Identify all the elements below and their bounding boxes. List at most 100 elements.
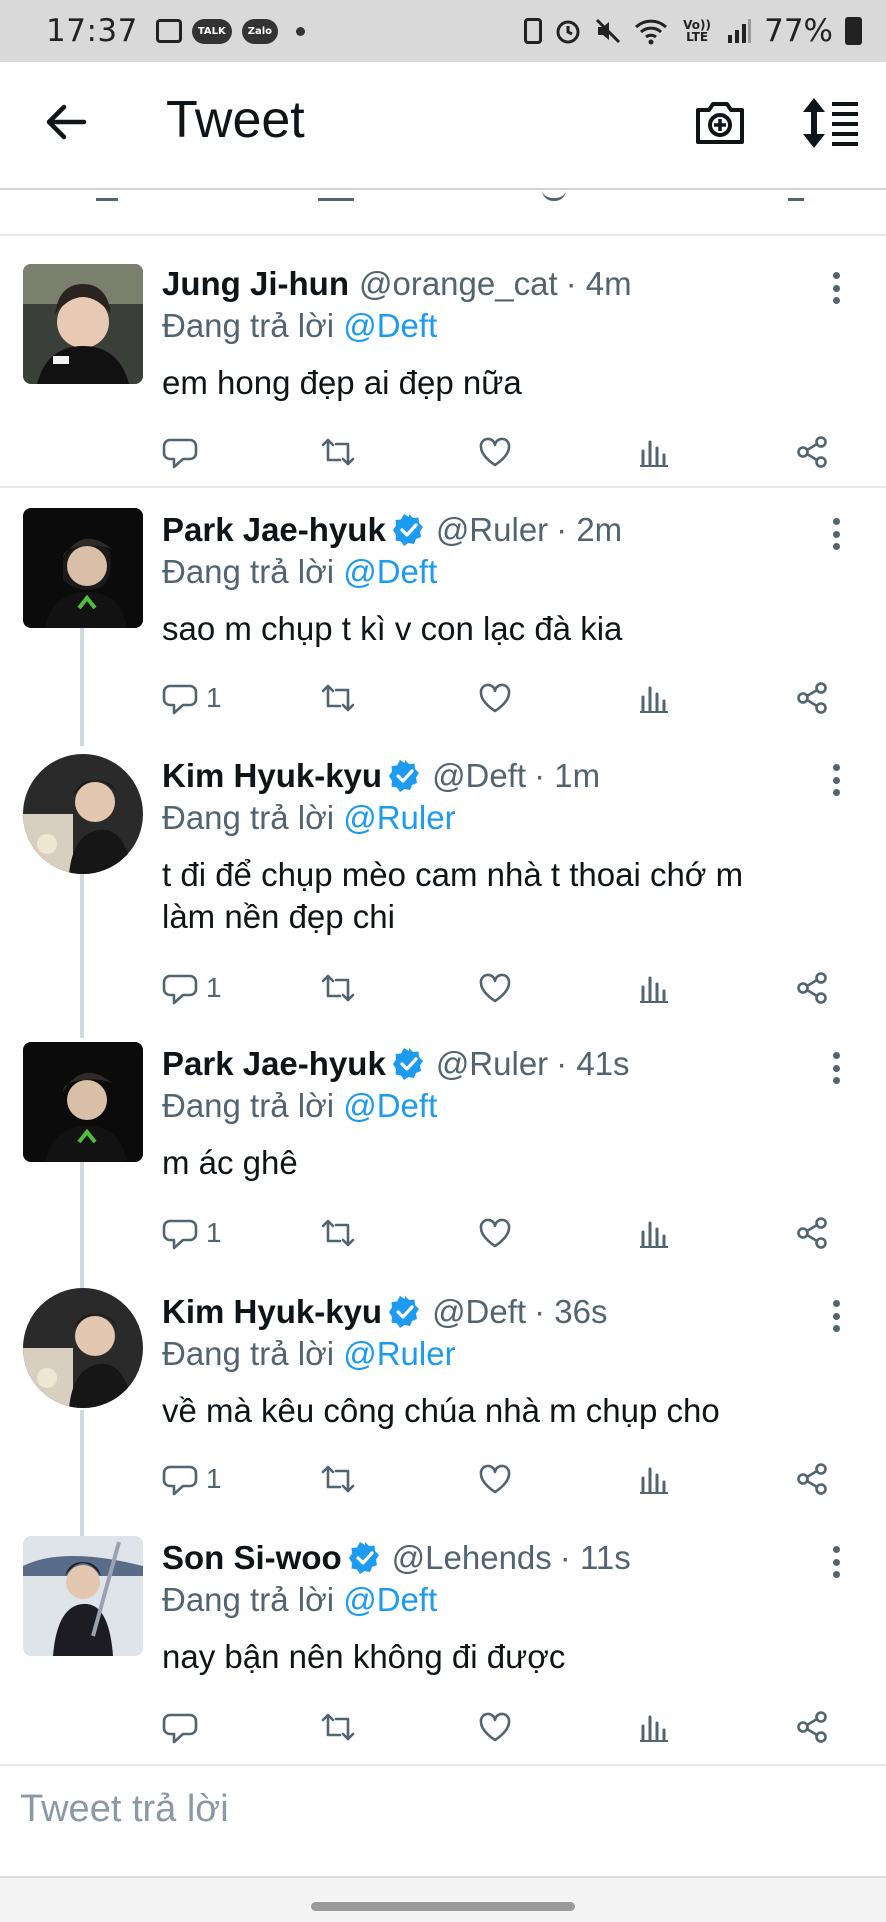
analytics-button[interactable] [636, 1456, 672, 1502]
verified-badge-icon [392, 1047, 426, 1081]
avatar[interactable] [23, 754, 143, 874]
tweet-card[interactable]: Jung Ji-hun @orange_cat · 4m Đang trả lờ… [0, 234, 886, 488]
tweet-text: t đi để chụp mèo cam nhà t thoai chớ m l… [162, 854, 822, 938]
share-button[interactable] [794, 675, 830, 721]
retweet-button[interactable] [320, 675, 356, 721]
retweet-icon [320, 680, 356, 716]
volte-indicator: Vo)) LTE [683, 18, 712, 44]
more-options-button[interactable] [828, 514, 844, 554]
share-button[interactable] [794, 965, 830, 1011]
retweet-button[interactable] [320, 965, 356, 1011]
reply-input[interactable]: Tweet trả lời [20, 1788, 229, 1831]
reply-button[interactable]: 1 [162, 1456, 222, 1502]
share-icon [794, 680, 830, 716]
tweet-text: m ác ghê [162, 1144, 298, 1181]
sort-replies-button[interactable] [800, 96, 860, 150]
analytics-button[interactable] [636, 1210, 672, 1256]
tweet-card[interactable]: Son Si-woo @Lehends · 11s Đang trả lời @… [0, 1524, 886, 1764]
tweet-time: · 36s [534, 1293, 608, 1330]
replying-to-handle[interactable]: @Deft [343, 307, 437, 344]
like-button[interactable] [477, 965, 513, 1011]
tweet-card[interactable]: Kim Hyuk-kyu @Deft · 1m Đang trả lời @Ru… [0, 738, 886, 1028]
retweet-button[interactable] [320, 1456, 356, 1502]
like-button[interactable] [477, 1456, 513, 1502]
more-options-button[interactable] [828, 1296, 844, 1336]
reply-count: 1 [206, 682, 222, 713]
camera-button[interactable] [692, 94, 748, 150]
back-button[interactable] [40, 96, 92, 148]
analytics-button[interactable] [636, 1704, 672, 1750]
like-button[interactable] [477, 1704, 513, 1750]
tweet-time: · 1m [534, 757, 601, 794]
reply-composer: Tweet trả lời [0, 1764, 886, 1878]
reply-button[interactable]: 1 [162, 1210, 222, 1256]
share-button[interactable] [794, 1456, 830, 1502]
author-name[interactable]: Park Jae-hyuk [162, 510, 386, 550]
replying-to-handle[interactable]: @Ruler [343, 1335, 455, 1372]
author-name[interactable]: Jung Ji-hun [162, 264, 349, 304]
home-gesture-handle[interactable] [311, 1902, 575, 1911]
retweet-button[interactable] [320, 1210, 356, 1256]
analytics-button[interactable] [636, 965, 672, 1011]
analytics-button[interactable] [636, 675, 672, 721]
tweet-actions: 1 [0, 675, 886, 721]
tweet-header: Kim Hyuk-kyu @Deft · 1m [162, 756, 600, 796]
author-name[interactable]: Park Jae-hyuk [162, 1044, 386, 1084]
replying-to-handle[interactable]: @Deft [343, 1087, 437, 1124]
tweet-header: Park Jae-hyuk @Ruler · 2m [162, 510, 622, 550]
avatar[interactable] [23, 264, 143, 384]
like-button[interactable] [477, 1210, 513, 1256]
page-title: Tweet [166, 91, 305, 149]
back-arrow-icon [46, 104, 87, 140]
replying-to: Đang trả lời @Deft [162, 306, 437, 346]
tweet-actions [0, 1704, 886, 1750]
zalo-notification-icon: Zalo [241, 18, 279, 44]
replying-to: Đang trả lời @Deft [162, 552, 437, 592]
reply-icon [162, 1215, 198, 1251]
bar-chart-icon [636, 434, 672, 470]
bar-chart-icon [636, 680, 672, 716]
author-name[interactable]: Kim Hyuk-kyu [162, 756, 382, 796]
author-name[interactable]: Son Si-woo [162, 1538, 342, 1578]
heart-icon [477, 434, 513, 470]
avatar[interactable] [23, 1288, 143, 1408]
share-button[interactable] [794, 1704, 830, 1750]
like-button[interactable] [477, 675, 513, 721]
replying-to-handle[interactable]: @Deft [343, 553, 437, 590]
retweet-button[interactable] [320, 429, 356, 475]
replying-to-handle[interactable]: @Ruler [343, 799, 455, 836]
tweet-card[interactable]: Park Jae-hyuk @Ruler · 2m Đang trả lời @… [0, 486, 886, 738]
replying-to: Đang trả lời @Deft [162, 1086, 437, 1126]
analytics-button[interactable] [636, 429, 672, 475]
tweet-text-line: làm nền đẹp chi [162, 898, 395, 935]
avatar[interactable] [23, 1042, 143, 1162]
author-name[interactable]: Kim Hyuk-kyu [162, 1292, 382, 1332]
tweet-card[interactable]: Kim Hyuk-kyu @Deft · 36s Đang trả lời @R… [0, 1276, 886, 1524]
author-handle: @Ruler [435, 511, 549, 548]
reply-button[interactable] [162, 429, 206, 475]
reply-icon [162, 1709, 198, 1745]
more-options-button[interactable] [828, 1542, 844, 1582]
replying-to-handle[interactable]: @Deft [343, 1581, 437, 1618]
heart-icon [477, 970, 513, 1006]
tweet-actions: 1 [0, 965, 886, 1011]
like-button[interactable] [477, 429, 513, 475]
reply-button[interactable]: 1 [162, 675, 222, 721]
share-button[interactable] [794, 1210, 830, 1256]
more-options-button[interactable] [828, 268, 844, 308]
tweet-header: Jung Ji-hun @orange_cat · 4m [162, 264, 632, 304]
more-options-button[interactable] [828, 760, 844, 800]
tweet-card[interactable]: Park Jae-hyuk @Ruler · 41s Đang trả lời … [0, 1028, 886, 1276]
reply-button[interactable] [162, 1704, 206, 1750]
avatar[interactable] [23, 1536, 143, 1656]
share-button[interactable] [794, 429, 830, 475]
reply-button[interactable]: 1 [162, 965, 222, 1011]
retweet-button[interactable] [320, 1704, 356, 1750]
retweet-icon [320, 1709, 356, 1745]
avatar[interactable] [23, 508, 143, 628]
verified-badge-icon [348, 1541, 382, 1575]
replying-to-label: Đang trả lời [162, 1581, 335, 1618]
partial-retweet-icon [318, 190, 354, 201]
more-options-button[interactable] [828, 1048, 844, 1088]
heart-icon [477, 1461, 513, 1497]
